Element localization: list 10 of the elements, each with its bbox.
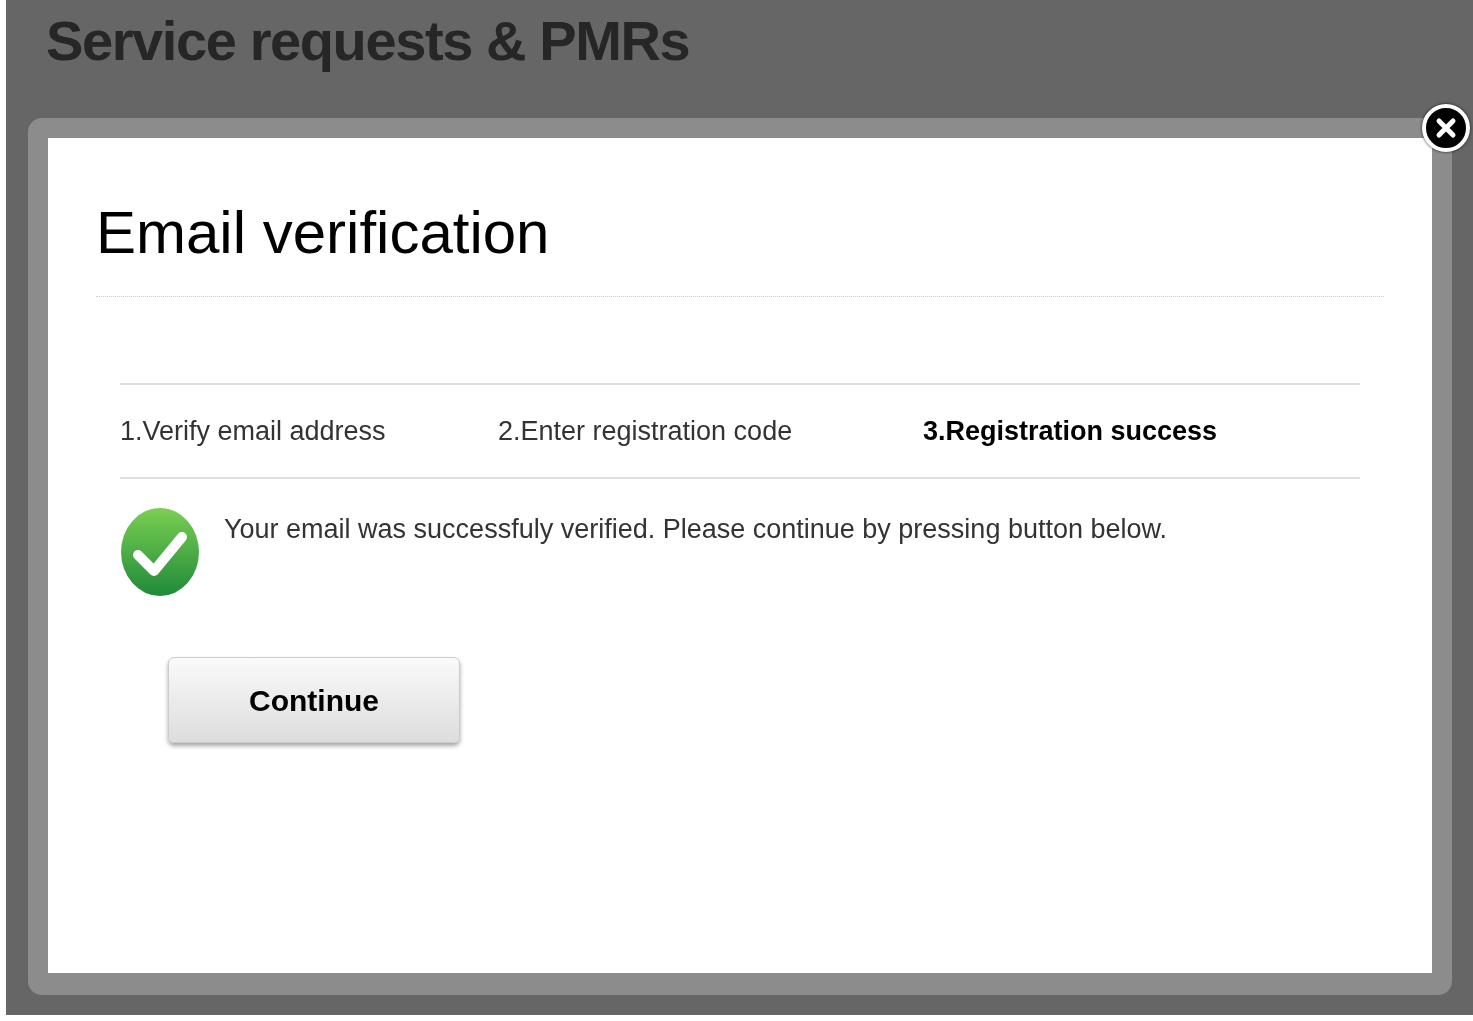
step-label: 2.Enter registration code <box>498 414 794 448</box>
close-icon <box>1435 117 1457 139</box>
check-icon <box>120 507 200 597</box>
close-button[interactable] <box>1422 104 1470 152</box>
step-label: 3.Registration success <box>923 414 1218 448</box>
success-message: Your email was successfuly verified. Please continue by pressing button below. <box>224 513 1168 546</box>
dialog-title: Email verification <box>96 198 551 268</box>
page-title: Service requests & PMRs <box>46 8 690 74</box>
continue-button[interactable]: Continue <box>168 657 460 743</box>
step-label: 1.Verify email address <box>120 414 387 448</box>
